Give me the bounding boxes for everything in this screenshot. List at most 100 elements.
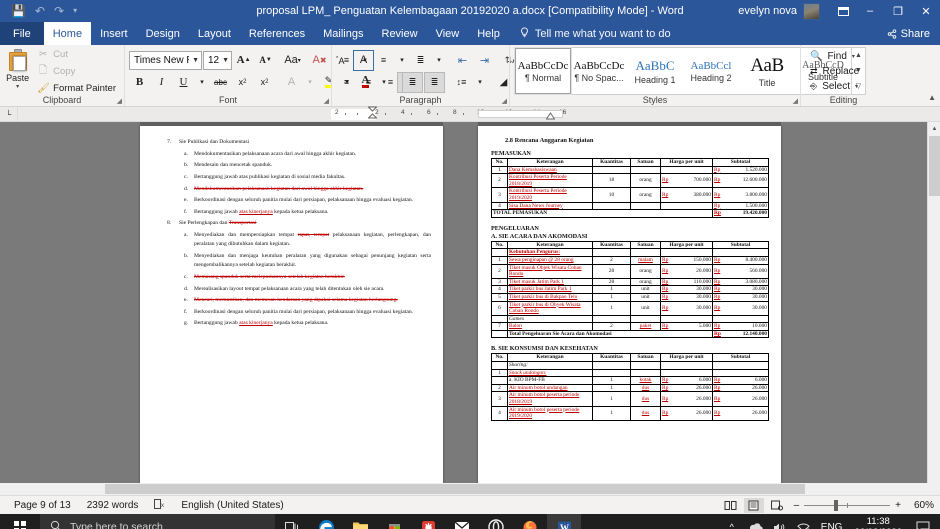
paste-button[interactable]: Paste ▾: [4, 47, 31, 95]
save-icon[interactable]: 💾: [11, 5, 26, 17]
bullets-chevron-icon[interactable]: ▾: [358, 50, 372, 71]
microsoft-word-icon[interactable]: W: [547, 514, 581, 529]
tab-file[interactable]: File: [0, 22, 44, 45]
select-button[interactable]: ⎆ Select ▾: [805, 79, 882, 94]
chevron-down-icon[interactable]: ▾: [852, 53, 855, 60]
collapse-ribbon-icon[interactable]: ▲: [928, 93, 936, 102]
microsoft-edge-icon[interactable]: [309, 514, 343, 529]
print-layout-icon[interactable]: [743, 497, 764, 513]
superscript-icon[interactable]: x2: [254, 72, 275, 93]
style-title[interactable]: AaB Title: [739, 48, 795, 94]
align-left-icon[interactable]: ≡: [336, 72, 357, 93]
taskbar-search-input[interactable]: Type here to search: [40, 514, 275, 529]
windows-start-icon[interactable]: [0, 514, 40, 529]
zoom-slider[interactable]: – +: [790, 499, 905, 511]
tab-stop-selector[interactable]: └: [0, 106, 18, 122]
notification-center-icon[interactable]: 1: [910, 514, 936, 529]
close-button[interactable]: ✕: [912, 0, 940, 22]
redo-icon[interactable]: ↷: [54, 5, 64, 17]
chevron-down-icon[interactable]: ▾: [855, 83, 858, 90]
volume-icon[interactable]: [769, 514, 791, 529]
opera-icon[interactable]: [479, 514, 513, 529]
text-effects-icon[interactable]: A: [281, 72, 302, 93]
minimize-button[interactable]: –: [856, 0, 884, 22]
style-heading-2[interactable]: AaBbCcl Heading 2: [683, 48, 739, 94]
first-line-indent-marker[interactable]: [367, 106, 378, 123]
document-workspace[interactable]: 7. Sie Publikasi dan Dokumentasi a. Mend…: [0, 122, 940, 483]
clear-formatting-icon[interactable]: A ✖: [309, 50, 330, 71]
cut-button[interactable]: ✂ Cut: [33, 48, 120, 61]
find-button[interactable]: 🔍 Find ▾: [805, 49, 882, 64]
tab-view[interactable]: View: [427, 22, 469, 45]
restore-button[interactable]: ❐: [884, 0, 912, 22]
zoom-out-button[interactable]: –: [794, 500, 800, 511]
microsoft-store-icon[interactable]: [377, 514, 411, 529]
undo-icon[interactable]: ↶: [35, 5, 45, 17]
network-icon[interactable]: [793, 514, 815, 529]
vertical-scroll-thumb[interactable]: [929, 136, 940, 196]
tell-me-search[interactable]: Tell me what you want to do: [509, 22, 681, 45]
tab-design[interactable]: Design: [137, 22, 189, 45]
line-spacing-icon[interactable]: ↕≡: [451, 72, 472, 93]
decrease-indent-icon[interactable]: ⇤: [452, 50, 473, 71]
style-normal[interactable]: AaBbCcDc ¶ Normal: [514, 47, 572, 95]
tab-home[interactable]: Home: [43, 22, 92, 45]
zoom-level[interactable]: 60%: [908, 500, 934, 511]
proofing-errors-icon[interactable]: x: [146, 498, 173, 512]
change-case-icon[interactable]: Aa ▾: [282, 50, 303, 71]
horizontal-scroll-thumb[interactable]: [105, 484, 805, 494]
web-layout-icon[interactable]: [767, 498, 787, 513]
customize-quick-access-icon[interactable]: ▾: [73, 7, 77, 15]
distributed-icon[interactable]: ≣: [424, 71, 445, 93]
style-no-spacing[interactable]: AaBbCcDc ¶ No Spac...: [571, 48, 627, 94]
firefox-icon[interactable]: [513, 514, 547, 529]
multilevel-list-icon[interactable]: ≣: [410, 50, 431, 71]
copy-button[interactable]: 🗋 Copy: [33, 62, 120, 81]
grow-font-icon[interactable]: A ▲: [233, 50, 254, 71]
font-name-combo[interactable]: Times New R ▼: [129, 50, 202, 70]
format-painter-button[interactable]: 🖌 Format Painter: [33, 82, 120, 95]
underline-icon[interactable]: U: [173, 72, 194, 93]
increase-indent-icon[interactable]: ⇥: [474, 50, 495, 71]
horizontal-scrollbar[interactable]: [0, 483, 940, 495]
underline-options-chevron-icon[interactable]: ▾: [195, 72, 209, 93]
chevron-down-icon[interactable]: ▾: [16, 84, 19, 90]
zoom-thumb[interactable]: [834, 499, 839, 511]
antivirus-icon[interactable]: [411, 514, 445, 529]
style-heading-1[interactable]: AaBbC Heading 1: [627, 48, 683, 94]
document-page-right[interactable]: 2.8 Rencana Anggaran Kegiatan PEMASUKAN …: [478, 122, 781, 483]
avatar[interactable]: [803, 2, 820, 20]
subscript-icon[interactable]: x2: [232, 72, 253, 93]
clock[interactable]: 11:38 26/03/2020: [848, 516, 908, 529]
scroll-up-icon[interactable]: ▲: [928, 122, 940, 135]
zoom-track[interactable]: [804, 499, 891, 511]
tab-help[interactable]: Help: [468, 22, 509, 45]
ribbon-display-options-icon[interactable]: [830, 0, 856, 22]
shrink-font-icon[interactable]: A ▼: [255, 50, 276, 71]
tab-insert[interactable]: Insert: [91, 22, 137, 45]
align-right-icon[interactable]: ≡: [380, 72, 401, 93]
language-indicator[interactable]: English (United States): [173, 500, 291, 511]
page-indicator[interactable]: Page 9 of 13: [6, 500, 79, 511]
styles-dialog-launcher-icon[interactable]: ◢: [793, 97, 798, 105]
clipboard-dialog-launcher-icon[interactable]: ◢: [117, 97, 122, 105]
font-dialog-launcher-icon[interactable]: ◢: [324, 97, 329, 105]
language-indicator[interactable]: ENG: [817, 514, 847, 529]
share-button[interactable]: Share: [887, 28, 930, 40]
justify-icon[interactable]: ≣: [402, 71, 423, 93]
show-hidden-icons-icon[interactable]: ^: [721, 514, 743, 529]
multilevel-chevron-icon[interactable]: ▾: [432, 50, 446, 71]
strikethrough-icon[interactable]: abc: [210, 72, 231, 93]
tab-review[interactable]: Review: [373, 22, 427, 45]
zoom-in-button[interactable]: +: [895, 500, 901, 511]
tab-references[interactable]: References: [240, 22, 314, 45]
vertical-scrollbar[interactable]: ▲: [927, 122, 940, 483]
italic-icon[interactable]: I: [151, 72, 172, 93]
tab-mailings[interactable]: Mailings: [314, 22, 372, 45]
align-center-icon[interactable]: ≡: [358, 72, 379, 93]
mail-icon[interactable]: [445, 514, 479, 529]
paragraph-dialog-launcher-icon[interactable]: ◢: [502, 97, 507, 105]
bullets-icon[interactable]: ≡: [336, 50, 357, 71]
tab-layout[interactable]: Layout: [189, 22, 240, 45]
font-size-combo[interactable]: 12 ▼: [203, 50, 233, 70]
